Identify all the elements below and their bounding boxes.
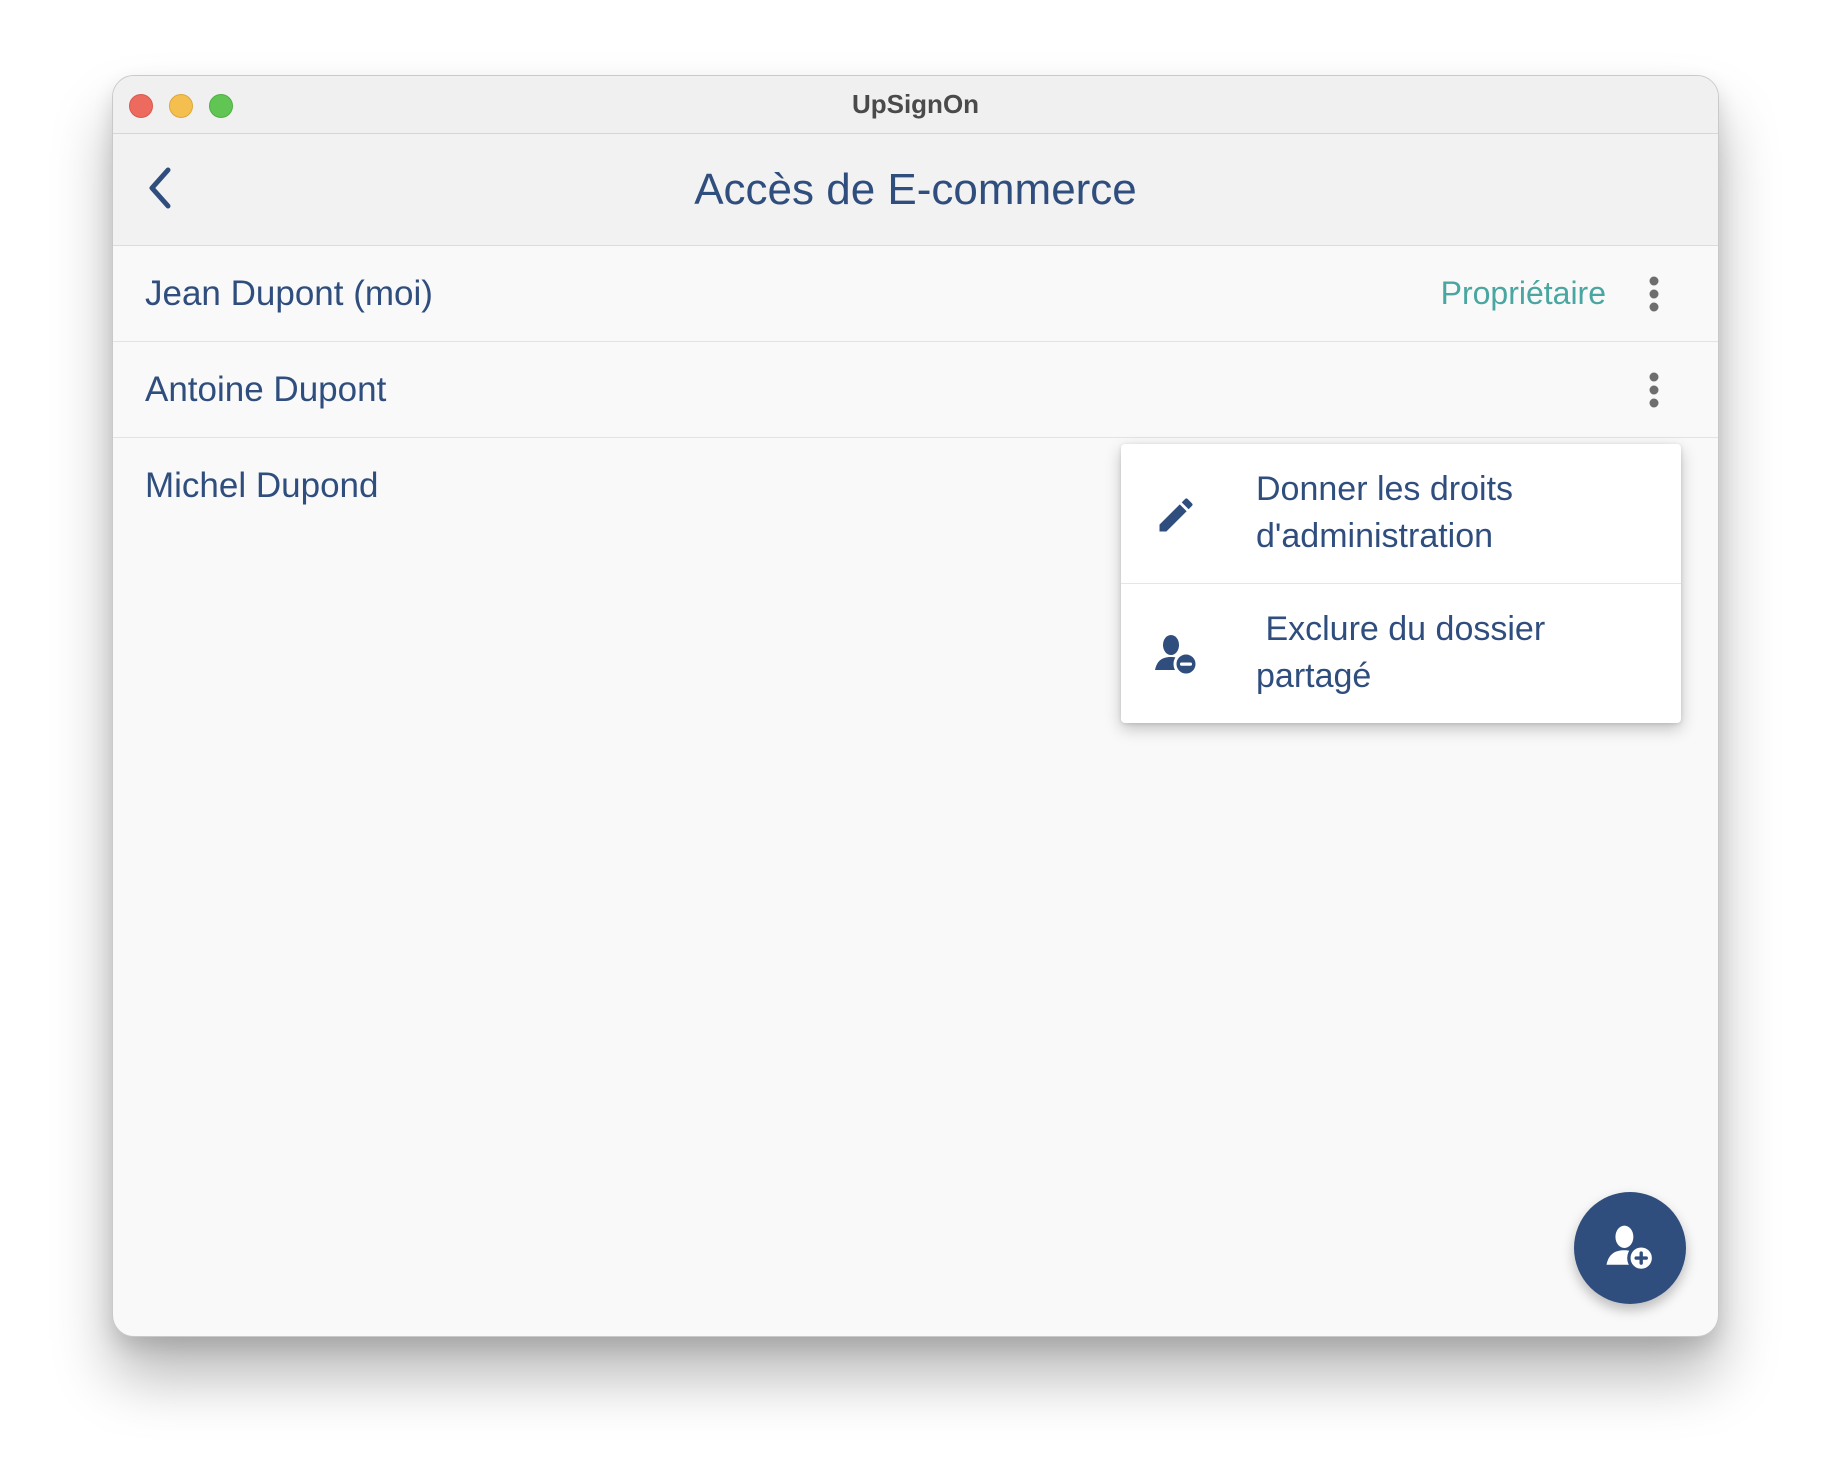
member-name: Jean Dupont (moi) (145, 274, 433, 313)
member-options-button[interactable] (1642, 273, 1666, 315)
menu-item-label: Exclure du dossier partagé (1256, 610, 1546, 695)
add-user-icon (1606, 1225, 1656, 1273)
member-name: Antoine Dupont (145, 370, 387, 409)
title-bar: UpSignOn (113, 76, 1718, 134)
window-title: UpSignOn (851, 89, 980, 119)
pencil-icon (1151, 490, 1201, 540)
remove-user-icon (1151, 630, 1201, 680)
more-vertical-icon (1649, 276, 1659, 312)
member-options-button[interactable] (1642, 369, 1666, 411)
member-role-badge: Propriétaire (1440, 275, 1606, 311)
member-context-menu: Donner les droits d'administration Exclu… (1121, 444, 1681, 723)
add-member-button[interactable] (1574, 1192, 1686, 1304)
menu-item-label: Donner les droits d'administration (1256, 470, 1514, 555)
app-window: UpSignOn Accès de E-commerce Jean Dupont… (112, 75, 1719, 1337)
page-title: Accès de E-commerce (694, 165, 1137, 214)
member-row: Antoine Dupont (113, 342, 1718, 438)
member-name: Michel Dupond (145, 466, 379, 505)
member-row: Jean Dupont (moi) Propriétaire (113, 246, 1718, 342)
app-header: Accès de E-commerce (113, 134, 1718, 246)
exclude-member-menu-item[interactable]: Exclure du dossier partagé (1121, 583, 1681, 723)
more-vertical-icon (1649, 372, 1659, 408)
grant-admin-menu-item[interactable]: Donner les droits d'administration (1121, 444, 1681, 583)
